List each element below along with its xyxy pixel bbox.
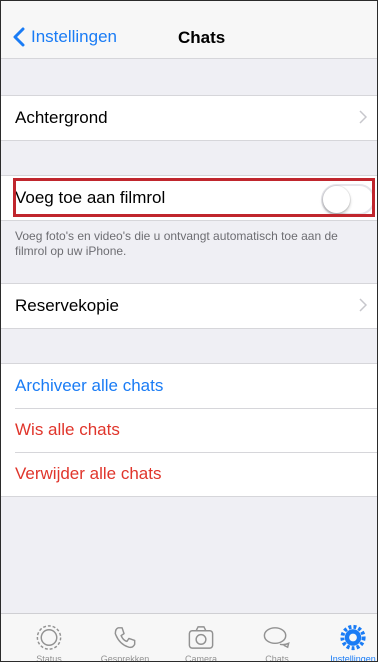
toggle-knob (323, 186, 350, 213)
tab-settings[interactable]: Instellingen (315, 614, 377, 662)
save-to-camera-roll-row: Voeg toe aan filmrol (1, 176, 377, 220)
delete-all-chats-button[interactable]: Verwijder alle chats (1, 452, 377, 496)
tab-calls[interactable]: Gesprekken (87, 614, 163, 662)
tab-camera[interactable]: Camera (163, 614, 239, 662)
tab-bar: Status Gesprekken Camera Chats Instellin… (1, 613, 377, 662)
chevron-right-icon (359, 110, 367, 124)
phone-icon (114, 627, 136, 649)
settings-chats-screen: Instellingen Chats Achtergrond Voeg toe … (0, 0, 378, 662)
navigation-bar: Instellingen Chats (1, 1, 377, 59)
chat-bubbles-icon (263, 627, 290, 649)
page-title: Chats (178, 28, 226, 47)
save-to-camera-roll-toggle[interactable] (321, 184, 375, 215)
back-label: Instellingen (31, 27, 118, 46)
backup-label: Reservekopie (15, 296, 119, 315)
tab-status[interactable]: Status (11, 614, 87, 662)
save-footnote: Voeg foto's en video's die u ontvangt au… (15, 229, 338, 258)
clear-all-chats-button[interactable]: Wis alle chats (1, 408, 377, 452)
tab-settings-label: Instellingen (330, 654, 376, 662)
archive-all-chats-button[interactable]: Archiveer alle chats (1, 364, 377, 408)
tab-camera-label: Camera (184, 654, 217, 662)
chevron-left-icon (13, 27, 25, 47)
chat-actions-group: Archiveer alle chats Wis alle chats Verw… (1, 363, 377, 497)
tab-chats-label: Chats (265, 654, 289, 662)
camera-icon (188, 626, 214, 649)
tab-status-label: Status (36, 654, 62, 662)
tab-chats[interactable]: Chats (239, 614, 315, 662)
background-row[interactable]: Achtergrond (1, 96, 377, 140)
background-label: Achtergrond (15, 108, 108, 127)
backup-group: Reservekopie (1, 283, 377, 329)
back-button[interactable]: Instellingen (13, 25, 117, 49)
chevron-right-icon (359, 298, 367, 312)
settings-gear-icon (340, 624, 366, 651)
save-to-camera-roll-group: Voeg toe aan filmrol (1, 175, 377, 221)
backup-row[interactable]: Reservekopie (1, 284, 377, 328)
status-icon (36, 625, 62, 650)
save-to-camera-roll-label: Voeg toe aan filmrol (15, 188, 166, 207)
background-group: Achtergrond (1, 95, 377, 141)
tab-calls-label: Gesprekken (100, 654, 150, 662)
